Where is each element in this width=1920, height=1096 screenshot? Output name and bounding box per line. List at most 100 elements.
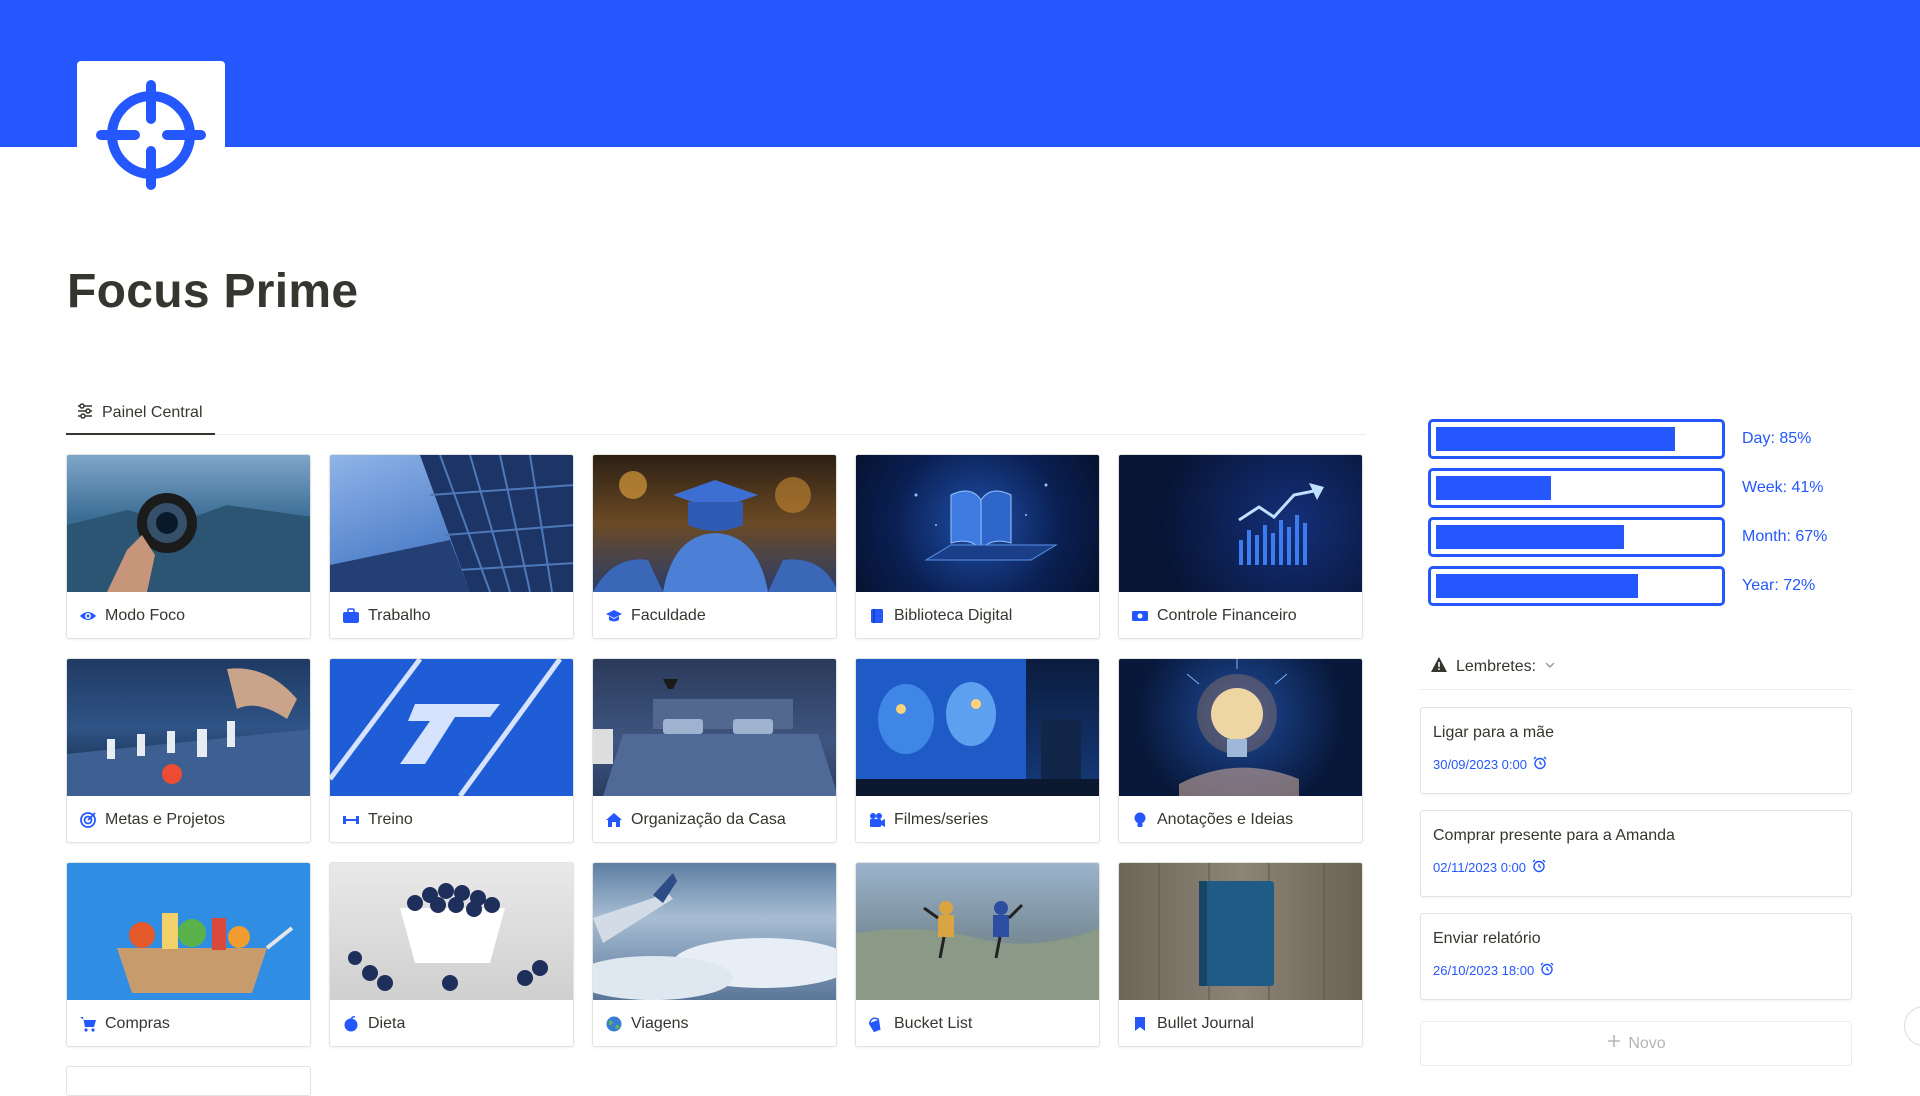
progress-label: Week: 41% (1742, 479, 1824, 496)
card-label: Metas e Projetos (105, 811, 226, 828)
progress-row-year: Year: 72% (1428, 566, 1828, 606)
gallery-card-partial[interactable] (66, 1066, 311, 1096)
card-cover-image (593, 863, 836, 1000)
eye-icon (79, 607, 97, 625)
card-label: Anotações e Ideias (1157, 811, 1294, 828)
card-cover-image (330, 659, 573, 796)
gallery-card-biblioteca-digital[interactable]: Biblioteca Digital (855, 454, 1100, 639)
view-tabs: Painel Central (66, 393, 1366, 435)
dumbbell-icon (342, 811, 360, 829)
book-icon (868, 607, 886, 625)
card-label: Bullet Journal (1157, 1015, 1254, 1032)
card-label: Modo Foco (105, 607, 186, 624)
progress-fill (1436, 574, 1639, 598)
progress-bar-year (1428, 566, 1725, 606)
reminder-date: 02/11/2023 0:00 (1433, 860, 1527, 875)
plus-icon (1606, 1033, 1622, 1054)
reminders-title: Lembretes: (1456, 658, 1537, 675)
card-label: Treino (368, 811, 413, 828)
gallery-card-trabalho[interactable]: Trabalho (329, 454, 574, 639)
gallery-card-compras[interactable]: Compras (66, 862, 311, 1047)
reminders-header[interactable]: Lembretes: (1420, 645, 1852, 690)
tab-painel-central[interactable]: Painel Central (66, 393, 215, 435)
progress-panel: Day: 85% Week: 41% Month: 67% Year: 72% (1428, 419, 1828, 615)
reminder-card[interactable]: Enviar relatório 26/10/2023 18:00 (1420, 913, 1852, 1000)
card-label: Bucket List (894, 1015, 973, 1032)
card-cover-image (330, 455, 573, 592)
card-cover-image (67, 863, 310, 1000)
progress-fill (1436, 427, 1675, 451)
card-cover-image (67, 659, 310, 796)
progress-label: Day: 85% (1742, 430, 1812, 447)
page-title[interactable]: Focus Prime (67, 264, 358, 319)
gallery-card-organizacao-da-casa[interactable]: Organização da Casa (592, 658, 837, 843)
card-cover-image (593, 659, 836, 796)
lightbulb-icon (1131, 811, 1149, 829)
gallery-card-filmes-series[interactable]: Filmes/series (855, 658, 1100, 843)
progress-bar-week (1428, 468, 1725, 508)
card-cover-image (1119, 455, 1362, 592)
gallery-card-viagens[interactable]: Viagens (592, 862, 837, 1047)
card-cover-image (1119, 659, 1362, 796)
progress-row-month: Month: 67% (1428, 517, 1828, 557)
reminder-title: Enviar relatório (1433, 930, 1541, 947)
gallery-card-faculdade[interactable]: Faculdade (592, 454, 837, 639)
new-reminder-button[interactable]: Novo (1420, 1021, 1852, 1066)
help-button[interactable] (1904, 1006, 1920, 1046)
card-label: Compras (105, 1015, 170, 1032)
card-label: Dieta (368, 1015, 406, 1032)
warning-icon (1430, 656, 1448, 679)
gallery-card-modo-foco[interactable]: Modo Foco (66, 454, 311, 639)
chevron-down-icon[interactable] (1544, 658, 1556, 676)
alarm-clock-icon (1532, 859, 1546, 876)
card-label: Biblioteca Digital (894, 607, 1013, 624)
card-cover-image (856, 455, 1099, 592)
card-label: Viagens (631, 1015, 689, 1032)
progress-bar-month (1428, 517, 1725, 557)
reminders-list: Ligar para a mãe 30/09/2023 0:00 Comprar… (1420, 707, 1852, 1016)
gallery-card-treino[interactable]: Treino (329, 658, 574, 843)
tab-label: Painel Central (102, 404, 203, 421)
gallery-card-anotacoes-e-ideias[interactable]: Anotações e Ideias (1118, 658, 1363, 843)
gallery-view: Modo Foco Trabalho Faculdade Biblioteca … (66, 454, 1366, 1047)
card-cover-image (330, 863, 573, 1000)
progress-fill (1436, 476, 1552, 500)
progress-label: Month: 67% (1742, 528, 1828, 545)
alarm-clock-icon (1533, 756, 1547, 773)
card-cover-image (856, 863, 1099, 1000)
reminder-card[interactable]: Ligar para a mãe 30/09/2023 0:00 (1420, 707, 1852, 794)
reminder-date: 26/10/2023 18:00 (1433, 963, 1535, 978)
progress-fill (1436, 525, 1625, 549)
crosshair-icon[interactable] (77, 61, 225, 209)
money-icon (1131, 607, 1149, 625)
reminder-title: Ligar para a mãe (1433, 724, 1554, 741)
target-icon (79, 811, 97, 829)
progress-bar-day (1428, 419, 1725, 459)
reminder-date: 30/09/2023 0:00 (1433, 757, 1527, 772)
alarm-clock-icon (1540, 962, 1554, 979)
gallery-card-bullet-journal[interactable]: Bullet Journal (1118, 862, 1363, 1047)
progress-row-week: Week: 41% (1428, 468, 1828, 508)
card-cover-image (593, 455, 836, 592)
reminder-title: Comprar presente para a Amanda (1433, 827, 1675, 844)
cart-icon (79, 1015, 97, 1033)
gallery-card-dieta[interactable]: Dieta (329, 862, 574, 1047)
house-icon (605, 811, 623, 829)
bookmark-icon (1131, 1015, 1149, 1033)
bucket-icon (868, 1015, 886, 1033)
reminder-card[interactable]: Comprar presente para a Amanda 02/11/202… (1420, 810, 1852, 897)
card-cover-image (1119, 863, 1362, 1000)
progress-label: Year: 72% (1742, 577, 1816, 594)
card-label: Faculdade (631, 607, 706, 624)
gallery-card-bucket-list[interactable]: Bucket List (855, 862, 1100, 1047)
page-cover (0, 0, 1920, 147)
card-label: Trabalho (368, 607, 431, 624)
card-label: Controle Financeiro (1157, 607, 1297, 624)
progress-row-day: Day: 85% (1428, 419, 1828, 459)
card-label: Filmes/series (894, 811, 989, 828)
gallery-card-controle-financeiro[interactable]: Controle Financeiro (1118, 454, 1363, 639)
film-camera-icon (868, 811, 886, 829)
briefcase-icon (342, 607, 360, 625)
sliders-icon (76, 402, 94, 425)
gallery-card-metas-e-projetos[interactable]: Metas e Projetos (66, 658, 311, 843)
